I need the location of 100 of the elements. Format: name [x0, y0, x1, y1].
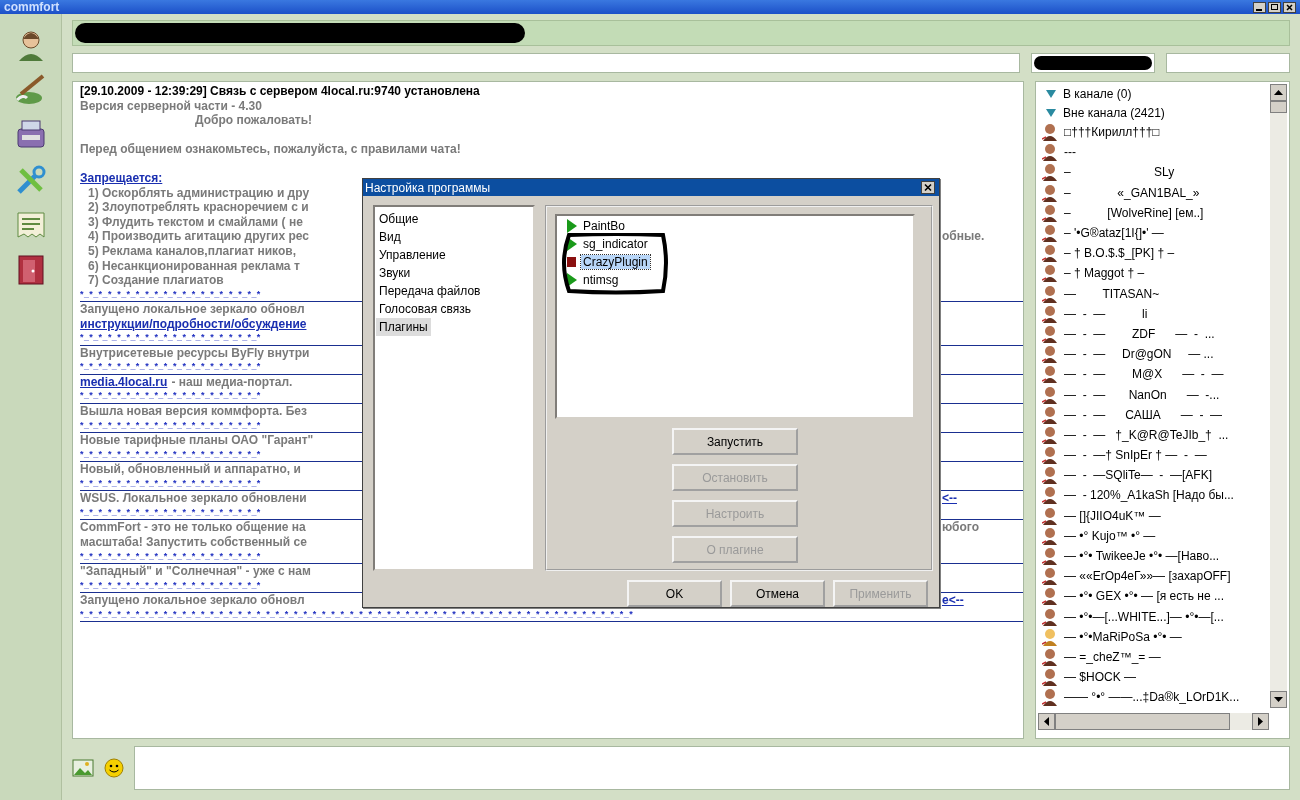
- maximize-icon[interactable]: [1268, 1, 1281, 13]
- category-item[interactable]: Общие: [376, 210, 422, 228]
- chat-message: обные.: [942, 229, 985, 244]
- expand-icon[interactable]: [1046, 108, 1056, 117]
- user-name[interactable]: — =_cheZ™_= —: [1064, 649, 1161, 664]
- separator-text: *_*_*_*_*_*_*_*_*_*_*_*_*_*_*_*_*_*_*_*: [80, 549, 261, 563]
- close-icon[interactable]: [1283, 1, 1296, 13]
- plugin-item[interactable]: ntimsg: [581, 273, 621, 287]
- user-name[interactable]: — TITASAN~: [1064, 286, 1160, 301]
- avatar-icon: [1042, 446, 1058, 465]
- chat-message: масштаба! Запустить собственный се: [80, 534, 307, 550]
- user-name[interactable]: — - — Dr@gON — ...: [1064, 347, 1214, 362]
- chat-message: WSUS. Локальное зеркало обновлени: [80, 491, 307, 506]
- user-name[interactable]: — ««ErOp4eГ»»— [захарOFF]: [1064, 569, 1231, 584]
- user-name[interactable]: — - —† SnIpEr † — - —: [1064, 448, 1207, 463]
- category-item[interactable]: Звуки: [376, 264, 414, 282]
- scroll-left-icon[interactable]: [1038, 713, 1055, 730]
- chat-link[interactable]: Запрещается:: [80, 171, 163, 186]
- user-name[interactable]: – [WolveRine] [ем..]: [1064, 205, 1204, 220]
- scroll-thumb[interactable]: [1055, 713, 1230, 730]
- plugin-action-button[interactable]: Запустить: [672, 428, 798, 455]
- chat-link[interactable]: <--: [942, 491, 957, 506]
- avatar-icon: [1042, 466, 1058, 485]
- chat-message: Внутрисетевые ресурсы ByFly внутри: [80, 345, 310, 361]
- user-name[interactable]: — - — ZDF — - ...: [1064, 326, 1215, 341]
- group-header[interactable]: В канале (0): [1042, 84, 1289, 103]
- app-logo: commfort: [4, 0, 60, 14]
- category-item[interactable]: Плагины: [376, 318, 431, 336]
- chat-link[interactable]: инструкции/подробности/обсуждение: [80, 316, 307, 332]
- user-name[interactable]: ---: [1064, 145, 1076, 160]
- scrollbar[interactable]: [1270, 84, 1287, 708]
- user-name[interactable]: — - — NanOn — -...: [1064, 387, 1220, 402]
- category-item[interactable]: Управление: [376, 246, 449, 264]
- expand-icon[interactable]: [1046, 89, 1056, 98]
- plugin-item[interactable]: sg_indicator: [581, 237, 650, 251]
- smiley-icon[interactable]: [104, 758, 124, 778]
- avatar-icon: [1042, 526, 1058, 545]
- group-header[interactable]: Вне канала (2421): [1042, 103, 1289, 122]
- message-input[interactable]: [134, 746, 1290, 790]
- chat-message: 7) Создание плагиатов: [88, 273, 224, 288]
- avatar-icon: [1042, 163, 1058, 182]
- user-name[interactable]: — - —SQliTe— - —[AFK]: [1064, 468, 1212, 483]
- user-name[interactable]: — - — †_K@R@TeJIb_† ...: [1064, 427, 1229, 442]
- user-name[interactable]: — •°• GEX •°• — [я есть не ...: [1064, 589, 1224, 604]
- scroll-down-icon[interactable]: [1270, 691, 1287, 708]
- chat-message: Новые тарифные планы ОАО "Гарант": [80, 433, 314, 448]
- user-name[interactable]: — - — M@X — - —: [1064, 367, 1224, 382]
- chat-message: "Западный" и "Солнечная" - уже с нам: [80, 564, 311, 579]
- separator-text: *_*_*_*_*_*_*_*_*_*_*_*_*_*_*_*_*_*_*_*_*_*_*_*_*_*_*_*_*_*_*_*_*_*_*_*_*_*_*_*_*_*_*_*_*_*_*_*_*_*_*_*_*_*_*_*_*_*_*_*: [80, 607, 634, 621]
- search-field[interactable]: [1166, 53, 1290, 73]
- avatar-icon: [1042, 365, 1058, 384]
- user-name[interactable]: — •° Kujo™ •° —: [1064, 528, 1156, 543]
- user-name[interactable]: —— °•° ——...‡Da®k_LOrD1K...: [1064, 690, 1240, 705]
- separator-text: *_*_*_*_*_*_*_*_*_*_*_*_*_*_*_*_*_*_*_*: [80, 389, 261, 403]
- avatar-icon: [1042, 405, 1058, 424]
- separator-text: *_*_*_*_*_*_*_*_*_*_*_*_*_*_*_*_*_*_*_*: [80, 360, 261, 374]
- user-name[interactable]: — •°• TwikeeJe •°• —[Наво...: [1064, 549, 1220, 564]
- chat-link[interactable]: media.4local.ru: [80, 374, 168, 390]
- user-name[interactable]: — - 120%_A1kaSh [Надо бы...: [1064, 488, 1234, 503]
- plugin-item[interactable]: CrazyPlugin: [581, 255, 650, 269]
- category-item[interactable]: Передача файлов: [376, 282, 484, 300]
- avatar-icon: [1042, 567, 1058, 586]
- user-name[interactable]: — - — li: [1064, 306, 1148, 321]
- user-name[interactable]: — []{JIIO4uK™ —: [1064, 508, 1161, 523]
- dialog-button[interactable]: OK: [627, 580, 722, 607]
- chat-message: Запущено локальное зеркало обновл: [80, 593, 305, 608]
- user-name[interactable]: — •°•MaRiPoSa •°• —: [1064, 629, 1182, 644]
- chat-message: Перед общением ознакомьтесь, пожалуйста, с правилами чата!: [80, 142, 461, 157]
- avatar-icon: [1042, 304, 1058, 323]
- dialog-button[interactable]: Отмена: [730, 580, 825, 607]
- avatar-icon: [1042, 647, 1058, 666]
- avatar-icon: [1042, 143, 1058, 162]
- avatar-icon: [1042, 425, 1058, 444]
- user-name[interactable]: □†††Кирилл†††□: [1064, 125, 1160, 140]
- user-name[interactable]: – † B.O.$.$_[PK] † –: [1064, 246, 1175, 261]
- avatar-icon: [1042, 123, 1058, 142]
- chat-link[interactable]: e<--: [942, 593, 964, 608]
- user-name[interactable]: – SLy: [1064, 165, 1175, 180]
- scroll-up-icon[interactable]: [1270, 84, 1287, 101]
- category-item[interactable]: Вид: [376, 228, 404, 246]
- user-name[interactable]: – «_GAN1BAL_»: [1064, 185, 1200, 200]
- image-icon[interactable]: [72, 759, 94, 777]
- scroll-right-icon[interactable]: [1252, 713, 1269, 730]
- chat-message: 5) Реклама каналов,плагиат ников,: [88, 244, 296, 259]
- plugin-item[interactable]: PaintBo: [581, 219, 628, 233]
- user-name[interactable]: – '•G®ataz[1I{]•' —: [1064, 226, 1164, 241]
- minimize-icon[interactable]: [1253, 1, 1266, 13]
- close-icon[interactable]: [921, 181, 935, 194]
- avatar-icon: [1042, 587, 1058, 606]
- topic-field[interactable]: [72, 53, 1020, 73]
- separator-text: *_*_*_*_*_*_*_*_*_*_*_*_*_*_*_*_*_*_*_*: [80, 287, 261, 301]
- user-name[interactable]: — $HOCK —: [1064, 670, 1136, 685]
- chat-message: - наш медиа-портал.: [171, 374, 293, 390]
- scrollbar[interactable]: [1038, 713, 1269, 730]
- scroll-thumb[interactable]: [1270, 101, 1287, 113]
- user-name[interactable]: — •°•—[...WHITE...]— •°•—[...: [1064, 609, 1224, 624]
- category-item[interactable]: Голосовая связь: [376, 300, 474, 318]
- chat-message: 3) Флудить текстом и смайлами ( не: [88, 214, 303, 230]
- user-name[interactable]: – † Maggot † –: [1064, 266, 1145, 281]
- user-name[interactable]: — - — САША — - —: [1064, 407, 1223, 422]
